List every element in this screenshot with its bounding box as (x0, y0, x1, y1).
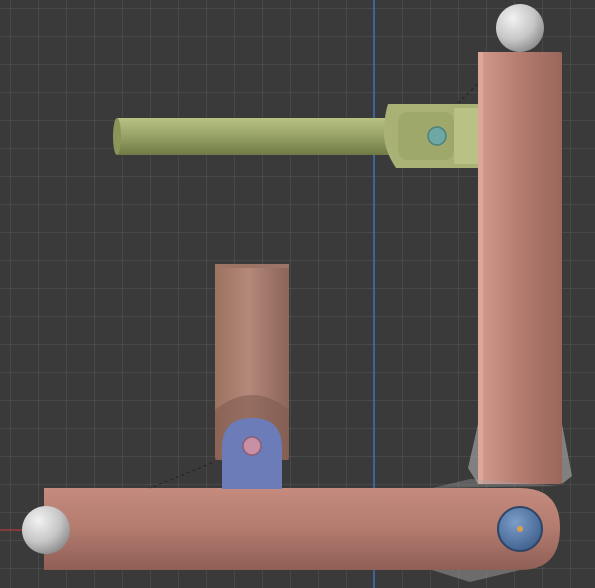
scene-canvas[interactable] (0, 0, 595, 588)
right-link-shadow-left (468, 424, 478, 484)
top-joint-pin (427, 126, 447, 146)
bottom-link-shadow (432, 570, 520, 582)
top-sphere[interactable] (496, 4, 544, 52)
small-rod-top (215, 264, 289, 268)
top-horizontal-rod[interactable] (115, 118, 395, 155)
right-vertical-link[interactable] (478, 52, 562, 484)
top-joint-bracket[interactable] (384, 104, 478, 168)
small-rod-pin (242, 436, 262, 456)
small-rod-bracket[interactable] (222, 418, 282, 489)
left-sphere[interactable] (22, 506, 70, 554)
right-link-edge-highlight (478, 52, 483, 484)
top-rod-end-cap (113, 118, 121, 155)
bottom-right-pin-center (517, 526, 523, 532)
bottom-horizontal-link[interactable] (44, 488, 560, 570)
small-dashed-guide (149, 462, 213, 489)
3d-viewport[interactable] (0, 0, 595, 588)
right-link-shadow-right (562, 424, 572, 484)
